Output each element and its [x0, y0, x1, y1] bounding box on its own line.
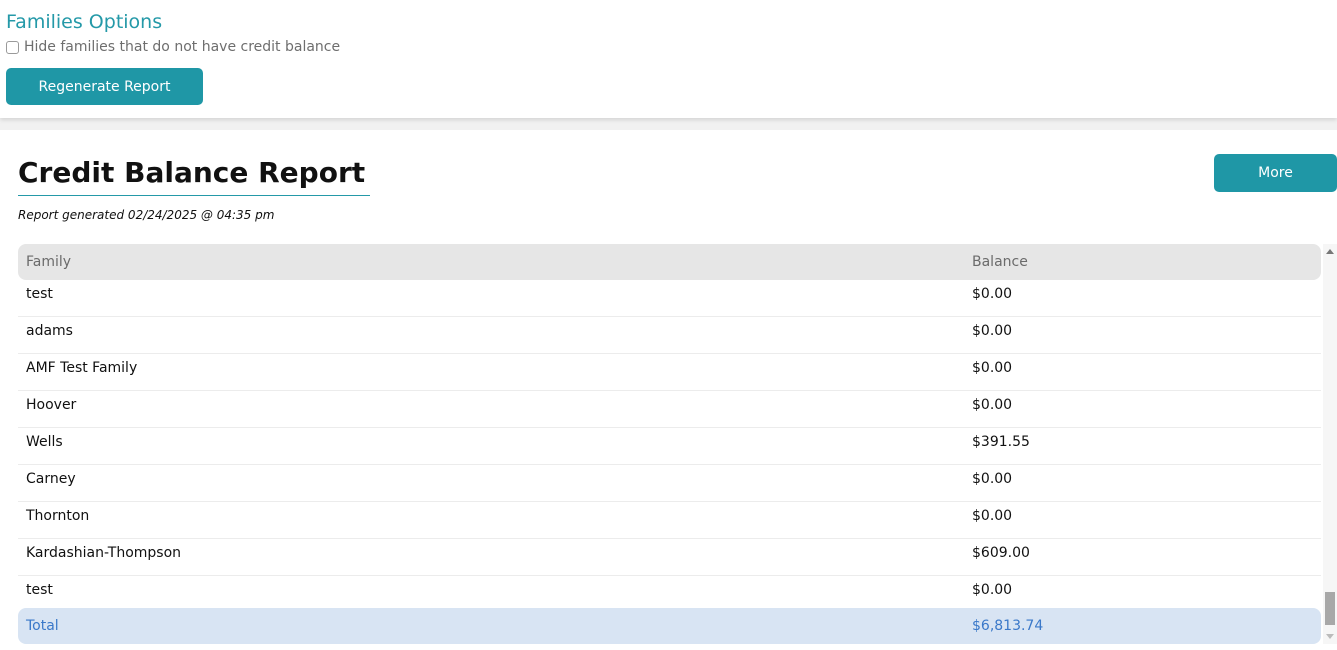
- page-title: Credit Balance Report: [18, 156, 366, 189]
- credit-balance-report-panel: Credit Balance Report Report generated 0…: [0, 130, 1337, 650]
- family-cell: adams: [26, 323, 73, 339]
- table-row: Hoover $0.00: [18, 391, 1321, 428]
- balance-cell: $0.00: [972, 323, 1013, 339]
- hide-families-checkbox[interactable]: [6, 40, 19, 54]
- balance-cell: $0.00: [972, 360, 1013, 376]
- column-header-family[interactable]: Family: [26, 254, 71, 270]
- report-generated-timestamp: Report generated 02/24/2025 @ 04:35 pm: [18, 208, 275, 222]
- total-row: Total $6,813.74: [18, 608, 1321, 644]
- total-value: $6,813.74: [972, 618, 1044, 634]
- family-cell: Wells: [26, 434, 63, 450]
- credit-balance-table: Family Balance test $0.00 adams $0.00 AM…: [18, 244, 1321, 644]
- table-row: Wells $391.55: [18, 428, 1321, 465]
- more-button[interactable]: More: [1214, 154, 1337, 192]
- balance-cell: $391.55: [972, 434, 1030, 450]
- family-cell: Thornton: [26, 508, 90, 524]
- scroll-down-icon[interactable]: [1326, 634, 1334, 639]
- families-options-panel: Families Options Hide families that do n…: [0, 0, 1337, 118]
- balance-cell: $0.00: [972, 582, 1013, 598]
- families-options-title: Families Options: [6, 11, 163, 33]
- column-header-balance[interactable]: Balance: [972, 254, 1028, 270]
- table-row: Thornton $0.00: [18, 502, 1321, 539]
- hide-families-option[interactable]: Hide families that do not have credit ba…: [6, 38, 340, 56]
- table-row: AMF Test Family $0.00: [18, 354, 1321, 391]
- family-cell: test: [26, 582, 53, 598]
- title-underline: [18, 195, 370, 196]
- table-row: Kardashian-Thompson $609.00: [18, 539, 1321, 576]
- family-cell: Kardashian-Thompson: [26, 545, 182, 561]
- table-scrollbar[interactable]: [1323, 244, 1337, 644]
- table-row: test $0.00: [18, 280, 1321, 317]
- family-cell: Hoover: [26, 397, 77, 413]
- balance-cell: $609.00: [972, 545, 1030, 561]
- regenerate-report-button[interactable]: Regenerate Report: [6, 68, 203, 105]
- balance-cell: $0.00: [972, 471, 1013, 487]
- table-row: adams $0.00: [18, 317, 1321, 354]
- table-header-row: Family Balance: [18, 244, 1321, 280]
- balance-cell: $0.00: [972, 286, 1013, 302]
- family-cell: Carney: [26, 471, 76, 487]
- scroll-up-icon[interactable]: [1326, 249, 1334, 254]
- total-label: Total: [26, 618, 59, 634]
- family-cell: test: [26, 286, 53, 302]
- family-cell: AMF Test Family: [26, 360, 138, 376]
- table-row: Carney $0.00: [18, 465, 1321, 502]
- scrollbar-thumb[interactable]: [1325, 592, 1335, 625]
- balance-cell: $0.00: [972, 508, 1013, 524]
- hide-families-label[interactable]: Hide families that do not have credit ba…: [24, 39, 340, 55]
- balance-cell: $0.00: [972, 397, 1013, 413]
